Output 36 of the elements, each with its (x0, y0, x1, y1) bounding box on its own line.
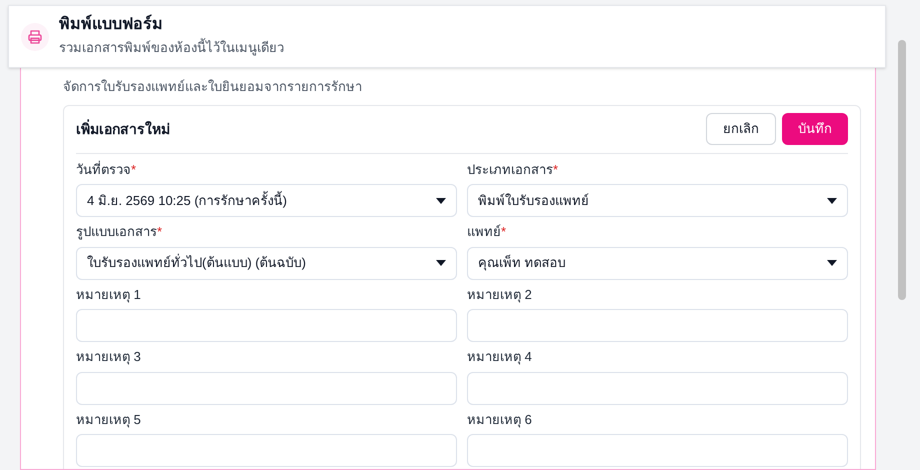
field-label: แพทย์ (467, 223, 501, 241)
required-mark: * (131, 160, 136, 178)
field-label: หมายเหตุ 4 (467, 348, 532, 366)
printer-icon (21, 22, 49, 50)
select-field[interactable]: พิมพ์ใบรับรองแพทย์ (467, 184, 848, 217)
scrollbar-thumb[interactable] (898, 40, 906, 300)
caret-icon (436, 260, 446, 266)
required-mark: * (501, 223, 506, 241)
input-field[interactable] (76, 434, 457, 467)
field-label: วันที่ตรวจ (76, 160, 131, 178)
form-title: เพิ่มเอกสารใหม่ (76, 118, 170, 138)
field-label: หมายเหตุ 3 (76, 348, 141, 366)
required-mark: * (157, 223, 162, 241)
page-subtitle: รวมเอกสารพิมพ์ของห้องนี้ไว้ในเมนูเดียว (59, 38, 284, 58)
select-field[interactable]: คุณเพ็ท ทดสอบ (467, 246, 848, 280)
field-label: หมายเหตุ 2 (467, 286, 532, 304)
input-field[interactable] (76, 309, 457, 342)
field-label: หมายเหตุ 6 (467, 410, 532, 429)
field-label: หมายเหตุ 1 (76, 286, 141, 304)
field-label: ประเภทเอกสาร (467, 160, 553, 178)
input-field[interactable] (467, 309, 848, 342)
field-label: รูปแบบเอกสาร (76, 223, 157, 242)
select-field[interactable]: 4 มิ.ย. 2569 10:25 (การรักษาครั้งนี้) (76, 184, 457, 217)
field-label: หมายเหตุ 5 (76, 410, 141, 429)
input-field[interactable] (467, 372, 848, 404)
save-button[interactable]: บันทึก (782, 113, 848, 145)
caret-icon (827, 260, 837, 266)
input-field[interactable] (467, 434, 848, 467)
cancel-button[interactable]: ยกเลิก (706, 113, 776, 145)
required-mark: * (553, 160, 558, 178)
caret-icon (436, 198, 446, 204)
input-field[interactable] (76, 372, 457, 404)
page-title: พิมพ์แบบฟอร์ม (59, 15, 164, 36)
caret-icon (827, 198, 837, 204)
select-field[interactable]: ใบรับรองแพทย์ทั่วไป(ต้นแบบ) (ต้นฉบับ) (76, 246, 457, 280)
panel-description: จัดการใบรับรองแพทย์และใบยินยอมจากรายการรักษา (63, 78, 363, 96)
